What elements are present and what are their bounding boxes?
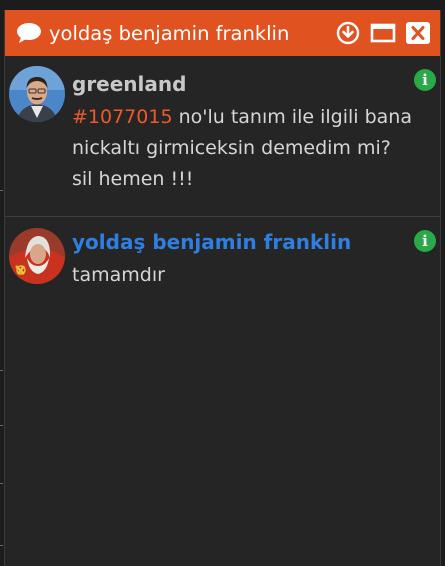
message-item: greenland #1077015 no'lu tanım ile ilgil… — [5, 62, 440, 217]
download-circle-icon — [336, 21, 360, 45]
message-item: yoldaş benjamin franklin tamamdır i — [5, 220, 440, 310]
message-text: #1077015 no'lu tanım ile ilgili bana nic… — [72, 102, 412, 195]
close-button[interactable] — [404, 19, 432, 47]
maximize-icon — [370, 23, 396, 43]
titlebar[interactable]: yoldaş benjamin franklin — [5, 10, 440, 56]
message-username[interactable]: yoldaş benjamin franklin — [72, 230, 351, 254]
window-title: yoldaş benjamin franklin — [49, 21, 290, 45]
close-icon — [406, 22, 430, 44]
message-divider — [5, 216, 440, 217]
avatar[interactable] — [9, 66, 65, 122]
window-controls — [327, 19, 432, 47]
message-username[interactable]: greenland — [72, 72, 186, 96]
avatar[interactable] — [9, 228, 65, 284]
info-icon[interactable]: i — [414, 230, 436, 252]
info-icon[interactable]: i — [414, 69, 436, 91]
chat-window: yoldaş benjamin franklin greenland #1077… — [4, 10, 441, 566]
entry-link[interactable]: #1077015 — [72, 106, 173, 128]
chat-bubble-icon — [15, 21, 43, 45]
download-button[interactable] — [334, 19, 362, 47]
message-text: tamamdır — [72, 264, 165, 286]
maximize-button[interactable] — [369, 19, 397, 47]
